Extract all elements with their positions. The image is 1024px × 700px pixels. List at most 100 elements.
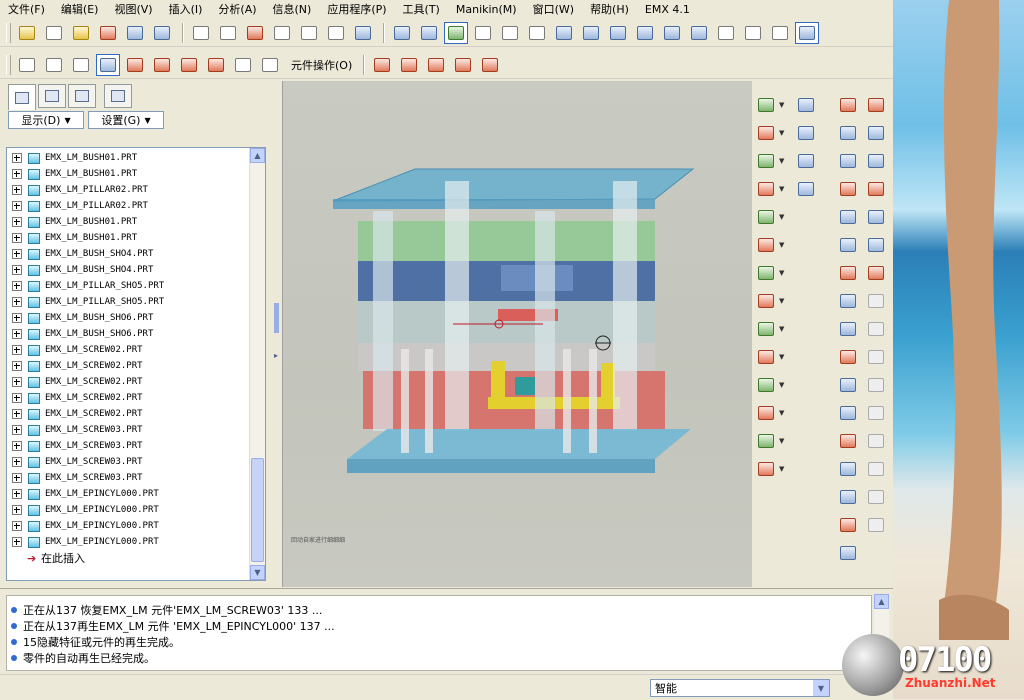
feature-tool-icon[interactable] xyxy=(796,179,816,199)
feature-tool-icon[interactable] xyxy=(756,179,776,199)
tree-item[interactable]: EMX_LM_SCREW03.PRT xyxy=(7,422,143,438)
feature-tool-icon[interactable] xyxy=(756,291,776,311)
datum-tool-icon[interactable] xyxy=(866,207,886,227)
datum-tool-icon[interactable] xyxy=(866,515,886,535)
feature-tool-icon[interactable] xyxy=(756,95,776,115)
datum-tool-icon[interactable] xyxy=(866,179,886,199)
datum-tool-icon[interactable] xyxy=(838,319,858,339)
chevron-down-icon[interactable]: ▼ xyxy=(779,437,784,445)
menu-item[interactable]: Manikin(M) xyxy=(448,3,525,16)
menu-item[interactable]: 帮助(H) xyxy=(582,1,637,17)
scroll-thumb[interactable] xyxy=(251,458,264,562)
datum-plane-icon[interactable] xyxy=(123,54,147,76)
datum-axis-icon[interactable] xyxy=(150,54,174,76)
feature-tool-icon[interactable] xyxy=(756,151,776,171)
feature-tool-icon[interactable] xyxy=(756,431,776,451)
menu-item[interactable]: 分析(A) xyxy=(210,1,264,17)
wireframe-icon[interactable] xyxy=(714,22,738,44)
expand-icon[interactable] xyxy=(12,185,22,195)
display-dropdown[interactable]: 显示(D) ▼ xyxy=(8,111,84,129)
menu-item[interactable]: 编辑(E) xyxy=(53,1,107,17)
model-tree[interactable]: EMX_LM_BUSH01.PRT EMX_LM_BUSH01.PRT EMX_LM… xyxy=(6,147,266,581)
datum-tool-icon[interactable] xyxy=(866,459,886,479)
expand-icon[interactable] xyxy=(12,329,22,339)
tree-item[interactable]: EMX_LM_EPINCYL000.PRT xyxy=(7,534,159,550)
tree-scrollbar[interactable]: ▲ ▼ xyxy=(249,148,265,580)
expand-icon[interactable] xyxy=(12,281,22,291)
tree-item[interactable]: EMX_LM_EPINCYL000.PRT xyxy=(7,486,159,502)
axis-display-icon[interactable] xyxy=(424,54,448,76)
model-tree-icon[interactable] xyxy=(15,22,39,44)
datum-tool-icon[interactable] xyxy=(866,431,886,451)
expand-icon[interactable] xyxy=(12,457,22,467)
saved-views-icon[interactable] xyxy=(579,22,603,44)
chevron-down-icon[interactable]: ▼ xyxy=(779,325,784,333)
expand-icon[interactable] xyxy=(12,521,22,531)
datum-tool-icon[interactable] xyxy=(866,347,886,367)
paste-special-icon[interactable] xyxy=(324,22,348,44)
spin-center-icon[interactable] xyxy=(444,21,468,44)
datum-tool-icon[interactable] xyxy=(866,403,886,423)
chevron-down-icon[interactable]: ▼ xyxy=(779,465,784,473)
datum-tool-icon[interactable] xyxy=(866,95,886,115)
refit-icon[interactable] xyxy=(525,22,549,44)
tree-item[interactable]: EMX_LM_BUSH_SHO4.PRT xyxy=(7,262,153,278)
expand-icon[interactable] xyxy=(12,249,22,259)
datum-tool-icon[interactable] xyxy=(838,459,858,479)
tree-item[interactable]: EMX_LM_BUSH_SHO6.PRT xyxy=(7,326,153,342)
expand-icon[interactable] xyxy=(12,377,22,387)
close-window-icon[interactable] xyxy=(370,54,394,76)
menu-item[interactable]: 文件(F) xyxy=(0,1,53,17)
datum-tool-icon[interactable] xyxy=(866,375,886,395)
expand-icon[interactable] xyxy=(12,441,22,451)
new-file-icon[interactable] xyxy=(42,22,66,44)
chevron-right-icon[interactable]: ▸ xyxy=(274,351,278,360)
chevron-down-icon[interactable]: ▼ xyxy=(779,157,784,165)
feature-tool-icon[interactable] xyxy=(756,459,776,479)
tree-item[interactable]: EMX_LM_BUSH_SHO6.PRT xyxy=(7,310,153,326)
regenerate-icon[interactable] xyxy=(243,22,267,44)
chevron-down-icon[interactable]: ▼ xyxy=(779,129,784,137)
chevron-down-icon[interactable]: ▼ xyxy=(779,353,784,361)
no-hidden-icon[interactable] xyxy=(768,22,792,44)
datum-tool-icon[interactable] xyxy=(838,347,858,367)
datum-tool-icon[interactable] xyxy=(866,235,886,255)
datum-tool-icon[interactable] xyxy=(838,403,858,423)
scroll-up-button[interactable]: ▲ xyxy=(250,148,265,163)
relations-icon[interactable] xyxy=(351,22,375,44)
wireframe-cube-icon[interactable] xyxy=(15,54,39,76)
feature-tool-icon[interactable] xyxy=(756,319,776,339)
no-hidden-cube-icon[interactable] xyxy=(69,54,93,76)
panel-splitter[interactable]: ▸ xyxy=(272,81,282,587)
feature-tool-icon[interactable] xyxy=(756,207,776,227)
tree-item[interactable]: EMX_LM_SCREW03.PRT xyxy=(7,454,143,470)
datum-tool-icon[interactable] xyxy=(838,179,858,199)
datum-tool-icon[interactable] xyxy=(838,291,858,311)
tree-item[interactable]: EMX_LM_EPINCYL000.PRT xyxy=(7,518,159,534)
orient-icon[interactable] xyxy=(390,22,414,44)
save-icon[interactable] xyxy=(123,22,147,44)
scroll-up-button[interactable]: ▲ xyxy=(874,594,889,609)
tree-item[interactable]: EMX_LM_SCREW02.PRT xyxy=(7,358,143,374)
reorient-icon[interactable] xyxy=(552,22,576,44)
tree-item[interactable]: EMX_LM_PILLAR02.PRT xyxy=(7,182,148,198)
datum-tool-icon[interactable] xyxy=(838,207,858,227)
datum-tool-icon[interactable] xyxy=(866,151,886,171)
expand-icon[interactable] xyxy=(12,169,22,179)
datum-tool-icon[interactable] xyxy=(838,235,858,255)
feature-tool-icon[interactable] xyxy=(756,375,776,395)
expand-icon[interactable] xyxy=(12,201,22,211)
datum-point-icon[interactable] xyxy=(177,54,201,76)
feature-tool-icon[interactable] xyxy=(796,95,816,115)
expand-icon[interactable] xyxy=(12,537,22,547)
tree-item[interactable]: EMX_LM_PILLAR02.PRT xyxy=(7,198,148,214)
copy-icon[interactable] xyxy=(270,22,294,44)
tree-item[interactable]: EMX_LM_BUSH01.PRT xyxy=(7,166,137,182)
chevron-down-icon[interactable]: ▼ xyxy=(779,409,784,417)
menu-item[interactable]: 工具(T) xyxy=(395,1,448,17)
tab-model-tree[interactable] xyxy=(8,84,36,110)
splitter-handle[interactable] xyxy=(274,303,279,333)
menu-item[interactable]: 窗口(W) xyxy=(525,1,582,17)
feature-tool-icon[interactable] xyxy=(756,123,776,143)
annotation-icon[interactable] xyxy=(231,54,255,76)
